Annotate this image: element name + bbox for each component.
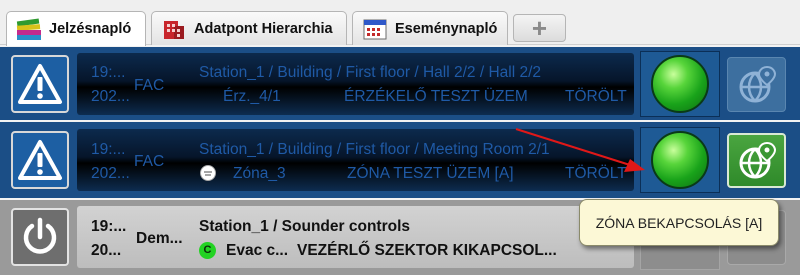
event-status: TÖRÖLT xyxy=(565,165,627,182)
event-status: TÖRÖLT xyxy=(565,88,627,105)
tab-esemenynaplo[interactable]: Eseménynapló xyxy=(352,11,508,45)
row-type-button[interactable] xyxy=(11,131,69,189)
warning-icon xyxy=(18,140,62,180)
event-time: 19:... xyxy=(91,218,127,235)
globe-location-icon xyxy=(739,65,776,102)
event-type: FAC xyxy=(134,153,165,170)
tab-bar: Jelzésnapló Adatpont Hierarchia Eseményn… xyxy=(0,0,800,46)
status-lamp-button[interactable] xyxy=(640,51,720,117)
event-date: 202... xyxy=(91,165,130,182)
tab-label: Jelzésnapló xyxy=(49,21,132,37)
event-device: Zóna_3 xyxy=(233,165,286,182)
tooltip: ZÓNA BEKAPCSOLÁS [A] xyxy=(579,199,779,246)
event-device: Evac c... xyxy=(226,242,289,259)
status-lamp-button[interactable] xyxy=(640,127,720,193)
tab-jelzesnaplo[interactable]: Jelzésnapló xyxy=(6,11,146,46)
event-description: VEZÉRLŐ SZEKTOR KIKAPCSOL... xyxy=(297,242,557,259)
event-device: Érz._4/1 xyxy=(223,88,281,105)
event-path: Station_1 / Building / First floor / Mee… xyxy=(199,141,550,158)
building-icon xyxy=(164,20,184,39)
event-details[interactable]: 19:... 202... FAC Station_1 / Building /… xyxy=(77,53,634,115)
green-lamp-icon xyxy=(651,55,709,113)
event-path: Station_1 / Building / First floor / Hal… xyxy=(199,64,542,81)
green-lamp-icon xyxy=(651,131,709,189)
event-details[interactable]: 19:... 20... Dem... Station_1 / Sounder … xyxy=(77,206,634,268)
globe-location-icon xyxy=(739,141,776,178)
tab-adatpont-hierarchia[interactable]: Adatpont Hierarchia xyxy=(151,11,347,45)
event-description: ZÓNA TESZT ÜZEM [A] xyxy=(347,165,514,182)
event-row[interactable]: 19:... 202... FAC Station_1 / Building /… xyxy=(0,122,800,198)
event-details[interactable]: 19:... 202... FAC Station_1 / Building /… xyxy=(77,129,634,191)
event-path: Station_1 / Sounder controls xyxy=(199,218,410,235)
event-time: 19:... xyxy=(91,141,126,158)
event-date: 20... xyxy=(91,242,122,259)
tab-label: Adatpont Hierarchia xyxy=(194,20,333,37)
category-badge: C xyxy=(199,242,216,259)
row-type-button[interactable] xyxy=(11,208,69,266)
event-description: ÉRZÉKELŐ TESZT ÜZEM xyxy=(344,88,528,105)
books-icon xyxy=(16,18,41,40)
event-type: FAC xyxy=(134,77,165,94)
warning-icon xyxy=(18,64,62,104)
event-row[interactable]: 19:... 202... FAC Station_1 / Building /… xyxy=(0,47,800,120)
event-date: 202... xyxy=(91,88,130,105)
detector-icon xyxy=(200,165,216,181)
event-type: Dem... xyxy=(136,230,183,247)
tab-label: Eseménynapló xyxy=(395,20,498,37)
row-type-button[interactable] xyxy=(11,55,69,113)
map-location-button[interactable] xyxy=(727,133,786,188)
map-location-button[interactable] xyxy=(727,57,786,112)
power-icon xyxy=(23,217,57,254)
add-tab-button[interactable]: + xyxy=(513,13,566,43)
calendar-icon xyxy=(363,19,387,39)
event-time: 19:... xyxy=(91,64,126,81)
